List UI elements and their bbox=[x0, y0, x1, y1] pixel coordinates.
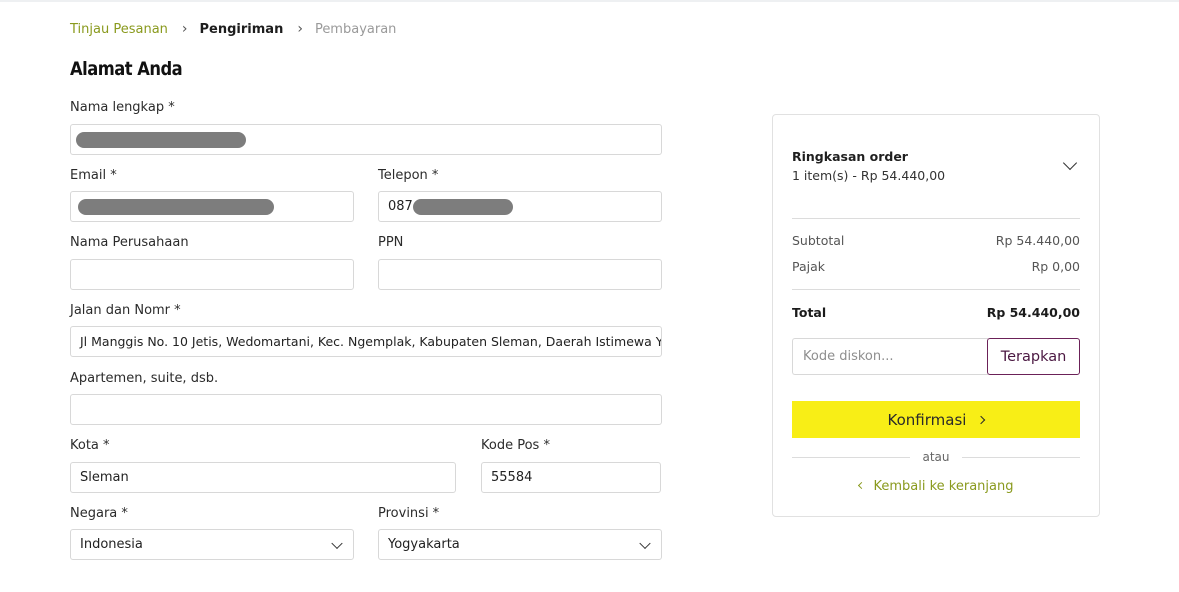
tax-label: Pajak bbox=[792, 259, 826, 274]
breadcrumb: Tinjau Pesanan › Pengiriman › Pembayaran bbox=[70, 20, 396, 38]
phone-label: Telepon * bbox=[378, 168, 439, 183]
apartment-label: Apartemen, suite, dsb. bbox=[70, 371, 219, 386]
redacted-name bbox=[76, 131, 246, 148]
chevron-right-icon: › bbox=[181, 21, 188, 37]
discount-code-input[interactable] bbox=[792, 338, 988, 375]
street-label: Jalan dan Nomr * bbox=[70, 303, 181, 318]
chevron-down-icon[interactable] bbox=[1062, 155, 1078, 171]
redacted-phone bbox=[412, 198, 513, 215]
order-summary-title: Ringkasan order bbox=[792, 149, 908, 164]
chevron-down-icon bbox=[639, 537, 651, 549]
breadcrumb-payment: Pembayaran bbox=[314, 21, 397, 37]
full-name-input[interactable] bbox=[70, 124, 662, 155]
apply-discount-label: Terapkan bbox=[1000, 348, 1067, 365]
province-select[interactable]: Yogyakarta bbox=[378, 529, 662, 560]
vat-label: PPN bbox=[378, 235, 404, 250]
breadcrumb-review-order[interactable]: Tinjau Pesanan bbox=[70, 22, 168, 37]
company-label: Nama Perusahaan bbox=[70, 235, 189, 250]
province-value: Yogyakarta bbox=[388, 537, 460, 552]
chevron-right-icon: › bbox=[297, 21, 303, 37]
email-label: Email * bbox=[70, 168, 117, 183]
breadcrumb-shipping: Pengiriman bbox=[199, 21, 284, 37]
subtotal-row: Subtotal Rp 54.440,00 bbox=[792, 233, 1080, 248]
back-to-cart-link[interactable]: Kembali ke keranjang bbox=[773, 479, 1099, 494]
chevron-left-icon bbox=[857, 481, 865, 490]
country-label: Negara * bbox=[70, 506, 128, 521]
phone-input[interactable]: 087 bbox=[378, 191, 662, 222]
street-value: Jl Manggis No. 10 Jetis, Wedomartani, Ke… bbox=[80, 334, 662, 349]
full-name-label: Nama lengkap * bbox=[70, 100, 175, 115]
phone-value: 087 bbox=[388, 199, 413, 214]
province-label: Provinsi * bbox=[378, 506, 440, 521]
order-summary-items: 1 item(s) - Rp 54.440,00 bbox=[792, 168, 946, 183]
confirm-button[interactable]: Konfirmasi bbox=[792, 401, 1080, 438]
subtotal-value: Rp 54.440,00 bbox=[995, 233, 1080, 248]
street-input[interactable]: Jl Manggis No. 10 Jetis, Wedomartani, Ke… bbox=[70, 326, 662, 357]
country-select[interactable]: Indonesia bbox=[70, 529, 354, 560]
top-divider bbox=[0, 0, 1179, 2]
postal-input[interactable]: 55584 bbox=[481, 462, 661, 493]
page-title: Alamat Anda bbox=[70, 58, 183, 80]
subtotal-label: Subtotal bbox=[792, 233, 845, 248]
tax-row: Pajak Rp 0,00 bbox=[792, 259, 1080, 274]
order-summary-panel: Ringkasan order 1 item(s) - Rp 54.440,00… bbox=[772, 114, 1100, 517]
divider bbox=[962, 457, 1080, 458]
postal-value: 55584 bbox=[491, 470, 533, 485]
total-label: Total bbox=[792, 305, 827, 320]
back-to-cart-label: Kembali ke keranjang bbox=[873, 479, 1014, 494]
city-value: Sleman bbox=[80, 470, 129, 485]
redacted-email bbox=[78, 198, 274, 215]
city-label: Kota * bbox=[70, 438, 110, 453]
total-row: Total Rp 54.440,00 bbox=[792, 305, 1080, 320]
company-input[interactable] bbox=[70, 259, 354, 290]
divider bbox=[792, 218, 1080, 219]
apartment-input[interactable] bbox=[70, 394, 662, 425]
divider bbox=[792, 289, 1080, 290]
vat-input[interactable] bbox=[378, 259, 662, 290]
confirm-label: Konfirmasi bbox=[887, 410, 967, 429]
apply-discount-button[interactable]: Terapkan bbox=[987, 338, 1080, 375]
chevron-right-icon bbox=[977, 415, 986, 424]
postal-label: Kode Pos * bbox=[481, 438, 550, 453]
country-value: Indonesia bbox=[80, 537, 143, 552]
chevron-down-icon bbox=[331, 537, 343, 549]
total-value: Rp 54.440,00 bbox=[986, 305, 1080, 320]
city-input[interactable]: Sleman bbox=[70, 462, 456, 493]
tax-value: Rp 0,00 bbox=[1031, 259, 1080, 274]
email-input[interactable] bbox=[70, 191, 354, 222]
